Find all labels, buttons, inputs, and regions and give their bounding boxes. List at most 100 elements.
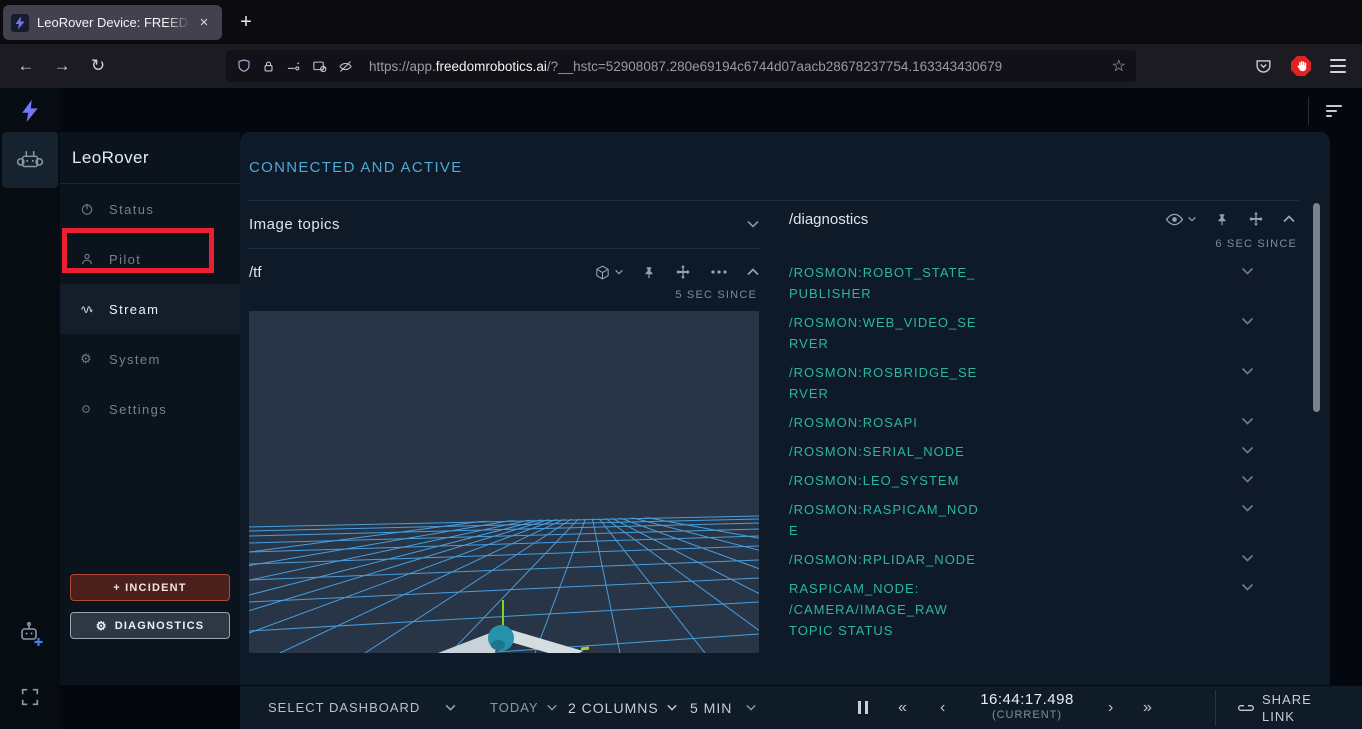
- freedom-robotics-logo-icon[interactable]: [19, 99, 41, 123]
- expand-chevron-down-icon[interactable]: [1241, 317, 1254, 325]
- tf-3d-viewport[interactable]: [249, 311, 759, 653]
- popup-blocked-icon[interactable]: [311, 59, 328, 74]
- adblocker-button[interactable]: [1291, 44, 1311, 88]
- fullscreen-button[interactable]: [19, 686, 41, 708]
- bookmark-star-icon[interactable]: ☆: [1104, 56, 1126, 76]
- sidebar-item-label: Stream: [109, 302, 159, 317]
- sidebar-item-stream[interactable]: Stream: [60, 284, 240, 334]
- share-link-button[interactable]: SHARE LINK: [1238, 686, 1320, 729]
- diagnostics-row[interactable]: /ROSMON:RASPICAM_NODE: [789, 499, 1299, 541]
- tracking-shield-icon[interactable]: [236, 58, 252, 74]
- expand-chevron-down-icon[interactable]: [1241, 475, 1254, 483]
- autoplay-blocked-icon[interactable]: [337, 59, 354, 74]
- skip-forward-button[interactable]: »: [1143, 686, 1153, 729]
- diagnostics-scrollbar[interactable]: [1313, 203, 1320, 412]
- more-options-icon[interactable]: [710, 269, 728, 275]
- new-tab-button[interactable]: +: [232, 8, 260, 36]
- diagnostics-row[interactable]: /ROSMON:RPLIDAR_NODE: [789, 549, 1299, 570]
- pilot-icon: [80, 252, 96, 266]
- diagnostics-button[interactable]: ⚙ DIAGNOSTICS: [70, 612, 230, 639]
- left-column: Image topics /tf: [249, 200, 759, 653]
- diagnostics-row[interactable]: /ROSMON:WEB_VIDEO_SERVER: [789, 312, 1299, 354]
- diagnostics-panel-header: /diagnostics: [789, 200, 1299, 238]
- diagnostic-topic-label: /ROSMON:ROSAPI: [789, 412, 985, 433]
- filter-sort-icon[interactable]: [1326, 105, 1342, 120]
- forward-button[interactable]: →: [48, 44, 76, 88]
- collapse-chevron-up-icon[interactable]: [1283, 215, 1295, 223]
- date-range-dropdown[interactable]: TODAY: [490, 686, 557, 729]
- connection-status-banner: CONNECTED AND ACTIVE: [249, 159, 463, 176]
- time-mode: (CURRENT): [967, 709, 1087, 721]
- time-window-label: 5 MIN: [690, 700, 732, 716]
- move-icon[interactable]: [675, 264, 691, 280]
- pause-button[interactable]: [858, 686, 868, 729]
- pocket-icon: [1254, 57, 1273, 76]
- diagnostics-row[interactable]: /ROSMON:LEO_SYSTEM: [789, 470, 1299, 491]
- image-topics-selector[interactable]: Image topics: [249, 200, 759, 249]
- expand-chevron-down-icon[interactable]: [1241, 367, 1254, 375]
- header-divider: [1308, 97, 1309, 125]
- diagnostics-row[interactable]: /ROSMON:SERIAL_NODE: [789, 441, 1299, 462]
- stream-icon: [80, 302, 96, 316]
- sidebar-item-label: Pilot: [109, 252, 141, 267]
- visibility-dropdown[interactable]: [1165, 212, 1196, 227]
- pin-icon[interactable]: [642, 265, 656, 280]
- url-text[interactable]: https://app.freedomrobotics.ai/?__hstc=5…: [369, 59, 1104, 74]
- select-dashboard-label: SELECT DASHBOARD: [268, 700, 420, 715]
- diagnostic-topic-label: /ROSMON:ROSBRIDGE_SERVER: [789, 362, 985, 404]
- skip-back-button[interactable]: «: [898, 686, 908, 729]
- sidebar-item-system[interactable]: ⚙ System: [60, 334, 240, 384]
- diagnostics-row[interactable]: /ROSMON:ROSAPI: [789, 412, 1299, 433]
- browser-tab[interactable]: LeoRover Device: FREED ×: [3, 5, 222, 40]
- share-link-label: SHARE LINK: [1262, 691, 1320, 725]
- diagnostics-panel-title: /diagnostics: [789, 211, 868, 228]
- device-rover-button[interactable]: [2, 132, 58, 188]
- right-column: /diagnostics: [789, 200, 1299, 649]
- move-icon[interactable]: [1248, 211, 1264, 227]
- incident-button[interactable]: + INCIDENT: [70, 574, 230, 601]
- expand-chevron-down-icon[interactable]: [1241, 554, 1254, 562]
- diagnostic-topic-label: /ROSMON:SERIAL_NODE: [789, 441, 985, 462]
- permission-toggle-icon[interactable]: [285, 59, 302, 74]
- diagnostic-topic-label: /ROSMON:WEB_VIDEO_SERVER: [789, 312, 985, 354]
- tf-since-label: 5 SEC SINCE: [249, 289, 759, 305]
- sidebar-item-pilot[interactable]: Pilot: [60, 234, 240, 284]
- expand-chevron-down-icon[interactable]: [1241, 446, 1254, 454]
- collapse-chevron-up-icon[interactable]: [747, 268, 759, 276]
- pocket-button[interactable]: [1254, 44, 1273, 88]
- time-window-dropdown[interactable]: 5 MIN: [690, 686, 756, 729]
- sidebar-item-settings[interactable]: Settings: [60, 384, 240, 434]
- sidebar-item-label: System: [109, 352, 161, 367]
- date-range-label: TODAY: [490, 700, 539, 715]
- pin-icon[interactable]: [1215, 212, 1229, 227]
- sidebar-item-status[interactable]: Status: [60, 184, 240, 234]
- step-forward-button[interactable]: ›: [1108, 686, 1114, 729]
- columns-dropdown[interactable]: 2 COLUMNS: [568, 686, 677, 729]
- adblock-hand-icon: [1291, 56, 1311, 76]
- chevron-down-icon: [747, 220, 759, 228]
- timeline-clock[interactable]: 16:44:17.498 (CURRENT): [967, 691, 1087, 721]
- select-dashboard-dropdown[interactable]: SELECT DASHBOARD: [268, 686, 456, 729]
- url-bar[interactable]: https://app.freedomrobotics.ai/?__hstc=5…: [226, 50, 1136, 82]
- expand-chevron-down-icon[interactable]: [1241, 267, 1254, 275]
- lock-icon[interactable]: [261, 59, 276, 74]
- timeline-divider: [1215, 690, 1216, 726]
- back-button[interactable]: ←: [12, 44, 40, 88]
- diagnostics-row[interactable]: /ROSMON:ROBOT_STATE_PUBLISHER: [789, 262, 1299, 304]
- diagnostics-row[interactable]: RASPICAM_NODE: /CAMERA/IMAGE_RAW TOPIC S…: [789, 578, 1299, 641]
- expand-chevron-down-icon[interactable]: [1241, 504, 1254, 512]
- reload-button[interactable]: ↻: [84, 44, 112, 88]
- expand-chevron-down-icon[interactable]: [1241, 417, 1254, 425]
- chevron-down-icon: [445, 704, 456, 711]
- incident-button-label: + INCIDENT: [113, 582, 186, 594]
- expand-chevron-down-icon[interactable]: [1241, 583, 1254, 591]
- diagnostics-list: /ROSMON:ROBOT_STATE_PUBLISHER /ROSMON:WE…: [789, 262, 1299, 641]
- icon-rail: [0, 88, 60, 729]
- step-back-button[interactable]: ‹: [940, 686, 946, 729]
- add-device-button[interactable]: [15, 619, 45, 649]
- diagnostics-row[interactable]: /ROSMON:ROSBRIDGE_SERVER: [789, 362, 1299, 404]
- menu-hamburger-icon[interactable]: [1330, 44, 1346, 88]
- tab-close-icon[interactable]: ×: [194, 13, 214, 33]
- view-mode-dropdown[interactable]: [594, 264, 623, 281]
- tf-panel-title: /tf: [249, 264, 262, 281]
